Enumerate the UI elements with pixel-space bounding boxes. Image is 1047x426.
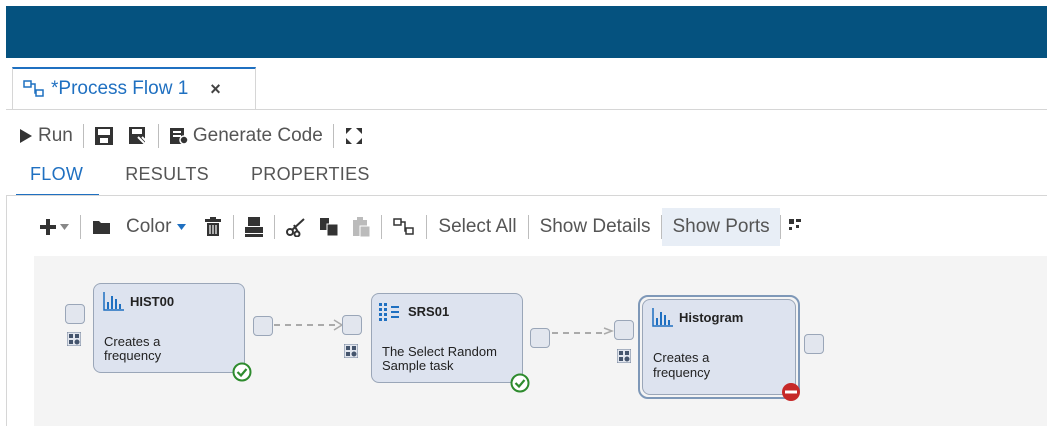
save-icon[interactable] <box>94 126 114 146</box>
select-all-button[interactable]: Select All <box>438 216 516 238</box>
generate-code-label: Generate Code <box>192 125 323 146</box>
tab-strip: *Process Flow 1 × <box>6 67 1047 110</box>
chevron-down-icon <box>177 224 187 230</box>
success-check-icon <box>232 362 252 382</box>
tab-process-flow[interactable]: *Process Flow 1 × <box>12 67 256 109</box>
divider <box>82 124 84 148</box>
node-description: The Select Random <box>382 344 497 359</box>
divider <box>80 215 81 239</box>
table-icon[interactable] <box>617 349 631 363</box>
color-dropdown[interactable]: Color <box>126 216 187 238</box>
chevron-down-icon <box>60 224 69 230</box>
divider <box>6 195 1047 196</box>
histogram-icon <box>103 292 124 311</box>
divider <box>157 124 159 148</box>
plus-icon <box>40 219 56 235</box>
flow-node-srs01[interactable]: SRS01 The Select Random Sample task <box>371 293 523 383</box>
paste-icon[interactable] <box>352 217 371 237</box>
delete-icon[interactable] <box>204 217 222 237</box>
flow-subtabs: FLOW RESULTS PROPERTIES <box>15 164 412 196</box>
connector-arrow <box>274 319 344 331</box>
tab-results[interactable]: RESULTS <box>125 164 209 194</box>
print-icon[interactable] <box>245 217 264 237</box>
app-header-bar <box>6 6 1047 58</box>
process-flow-icon <box>23 80 44 97</box>
node-description: Creates a <box>104 334 161 349</box>
maximize-icon[interactable] <box>344 126 364 146</box>
add-node-button[interactable] <box>40 219 69 235</box>
histogram-icon <box>652 308 673 327</box>
output-port[interactable] <box>253 316 273 336</box>
node-description: frequency <box>104 348 162 363</box>
copy-icon[interactable] <box>320 218 339 236</box>
close-icon[interactable]: × <box>210 79 221 100</box>
node-description: Creates a <box>653 350 710 365</box>
table-icon[interactable] <box>344 344 358 358</box>
layout-icon[interactable] <box>788 219 803 235</box>
output-port[interactable] <box>804 334 824 354</box>
folder-icon[interactable] <box>92 218 112 236</box>
success-check-icon <box>510 373 530 393</box>
error-icon <box>782 383 800 401</box>
play-icon <box>20 129 32 143</box>
tab-properties[interactable]: PROPERTIES <box>251 164 370 194</box>
show-details-button[interactable]: Show Details <box>540 216 651 238</box>
divider <box>274 215 276 239</box>
flow-toolbar: Color Select All Show Details Show Ports <box>6 207 1047 247</box>
tab-flow[interactable]: FLOW <box>15 164 100 196</box>
node-description: frequency <box>653 365 711 380</box>
flow-node-hist00[interactable]: HIST00 Creates a frequency <box>93 283 245 373</box>
input-port[interactable] <box>614 320 634 340</box>
run-label: Run <box>38 125 73 146</box>
save-as-icon[interactable] <box>128 126 148 146</box>
color-label: Color <box>126 216 172 237</box>
process-flow-icon[interactable] <box>393 218 415 236</box>
node-title: Histogram <box>679 310 744 325</box>
flow-node-histogram[interactable]: Histogram Creates a frequency <box>642 299 796 395</box>
input-port[interactable] <box>342 315 362 335</box>
run-button[interactable]: Run <box>20 125 73 147</box>
input-port[interactable] <box>65 304 85 324</box>
show-ports-button[interactable]: Show Ports <box>662 208 780 246</box>
divider <box>426 215 428 239</box>
divider <box>233 215 235 239</box>
tab-label: *Process Flow 1 <box>51 78 189 99</box>
divider <box>381 215 383 239</box>
divider <box>779 215 781 239</box>
divider <box>332 124 334 148</box>
table-icon[interactable] <box>67 332 81 346</box>
connector-arrow <box>552 327 614 335</box>
main-toolbar: Run Generate Code <box>6 118 364 154</box>
cut-icon[interactable] <box>286 217 306 237</box>
generate-code-icon <box>169 128 189 145</box>
node-description: Sample task <box>382 358 454 373</box>
node-title: HIST00 <box>130 294 175 309</box>
divider <box>527 215 529 239</box>
node-title: SRS01 <box>408 304 450 319</box>
sample-icon <box>379 303 399 321</box>
output-port[interactable] <box>530 328 550 348</box>
generate-code-button[interactable]: Generate Code <box>169 125 323 147</box>
